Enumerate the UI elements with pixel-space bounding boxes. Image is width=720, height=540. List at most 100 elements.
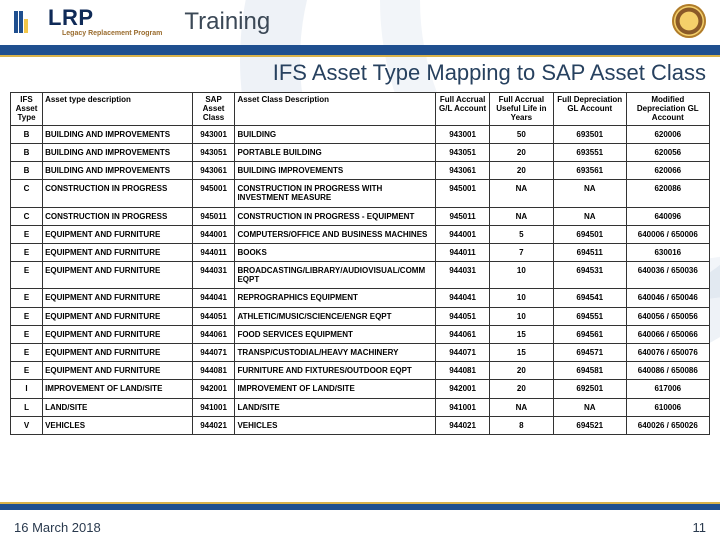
cell-full-accrual-gl: 944041 xyxy=(436,289,489,307)
section-title: Training xyxy=(184,10,270,34)
col-full-depr-gl: Full Depreciation GL Account xyxy=(553,93,626,126)
table-row: VVEHICLES944021VEHICLES94402186945216400… xyxy=(11,416,710,434)
mapping-table-wrap: IFS Asset Type Asset type description SA… xyxy=(10,92,710,435)
cell-sap-class: 943061 xyxy=(192,161,235,179)
header: LRP Legacy Replacement Program Training xyxy=(0,0,720,44)
cell-ifs-type: E xyxy=(11,325,43,343)
cell-class-desc: FOOD SERVICES EQUIPMENT xyxy=(235,325,436,343)
cell-useful-life: 15 xyxy=(489,325,553,343)
cell-full-depr-gl: 694501 xyxy=(553,225,626,243)
table-row: EEQUIPMENT AND FURNITURE944011BOOKS94401… xyxy=(11,243,710,261)
cell-full-accrual-gl: 943061 xyxy=(436,161,489,179)
cell-class-desc: PORTABLE BUILDING xyxy=(235,143,436,161)
table-row: BBUILDING AND IMPROVEMENTS943001BUILDING… xyxy=(11,125,710,143)
cell-sap-class: 944051 xyxy=(192,307,235,325)
cell-ifs-type: E xyxy=(11,225,43,243)
footer-page: 11 xyxy=(693,521,707,534)
lrp-logo: LRP Legacy Replacement Program xyxy=(14,7,162,37)
cell-mod-depr-gl: 640006 / 650006 xyxy=(626,225,709,243)
cell-full-depr-gl: 694511 xyxy=(553,243,626,261)
cell-ifs-type: B xyxy=(11,161,43,179)
cell-full-accrual-gl: 944061 xyxy=(436,325,489,343)
cell-full-depr-gl: 692501 xyxy=(553,380,626,398)
cell-sap-class: 942001 xyxy=(192,380,235,398)
cell-type-desc: EQUIPMENT AND FURNITURE xyxy=(43,344,193,362)
page-title: IFS Asset Type Mapping to SAP Asset Clas… xyxy=(0,62,706,84)
table-row: EEQUIPMENT AND FURNITURE944041REPROGRAPH… xyxy=(11,289,710,307)
cell-mod-depr-gl: 640076 / 650076 xyxy=(626,344,709,362)
table-row: IIMPROVEMENT OF LAND/SITE942001IMPROVEME… xyxy=(11,380,710,398)
cell-ifs-type: C xyxy=(11,180,43,207)
cell-full-accrual-gl: 944001 xyxy=(436,225,489,243)
cell-sap-class: 943001 xyxy=(192,125,235,143)
cell-type-desc: CONSTRUCTION IN PROGRESS xyxy=(43,207,193,225)
cell-class-desc: BROADCASTING/LIBRARY/AUDIOVISUAL/COMM EQ… xyxy=(235,262,436,289)
cell-ifs-type: I xyxy=(11,380,43,398)
table-row: BBUILDING AND IMPROVEMENTS943061BUILDING… xyxy=(11,161,710,179)
cell-full-accrual-gl: 945011 xyxy=(436,207,489,225)
cell-ifs-type: E xyxy=(11,362,43,380)
cell-full-accrual-gl: 944021 xyxy=(436,416,489,434)
cell-mod-depr-gl: 640026 / 650026 xyxy=(626,416,709,434)
cell-full-accrual-gl: 942001 xyxy=(436,380,489,398)
cell-mod-depr-gl: 640056 / 650056 xyxy=(626,307,709,325)
cell-useful-life: 7 xyxy=(489,243,553,261)
cell-full-depr-gl: 693551 xyxy=(553,143,626,161)
cell-useful-life: NA xyxy=(489,398,553,416)
cell-sap-class: 944021 xyxy=(192,416,235,434)
col-ifs-type: IFS Asset Type xyxy=(11,93,43,126)
cell-full-accrual-gl: 944051 xyxy=(436,307,489,325)
logo-mark-icon xyxy=(14,11,28,33)
cell-useful-life: 15 xyxy=(489,344,553,362)
table-row: EEQUIPMENT AND FURNITURE944071TRANSP/CUS… xyxy=(11,344,710,362)
cell-sap-class: 945001 xyxy=(192,180,235,207)
cell-full-depr-gl: 694521 xyxy=(553,416,626,434)
cell-type-desc: CONSTRUCTION IN PROGRESS xyxy=(43,180,193,207)
cell-full-depr-gl: 694551 xyxy=(553,307,626,325)
cell-type-desc: BUILDING AND IMPROVEMENTS xyxy=(43,143,193,161)
cell-sap-class: 944001 xyxy=(192,225,235,243)
cell-ifs-type: V xyxy=(11,416,43,434)
cell-type-desc: EQUIPMENT AND FURNITURE xyxy=(43,243,193,261)
cell-mod-depr-gl: 620086 xyxy=(626,180,709,207)
table-row: CCONSTRUCTION IN PROGRESS945001CONSTRUCT… xyxy=(11,180,710,207)
slide: LRP Legacy Replacement Program Training … xyxy=(0,0,720,540)
table-row: LLAND/SITE941001LAND/SITE941001NANA61000… xyxy=(11,398,710,416)
cell-class-desc: FURNITURE AND FIXTURES/OUTDOOR EQPT xyxy=(235,362,436,380)
cell-full-accrual-gl: 944011 xyxy=(436,243,489,261)
seal-icon xyxy=(672,4,706,38)
logo-subtext: Legacy Replacement Program xyxy=(62,30,162,37)
cell-sap-class: 944061 xyxy=(192,325,235,343)
cell-full-depr-gl: NA xyxy=(553,207,626,225)
cell-full-depr-gl: NA xyxy=(553,180,626,207)
cell-class-desc: LAND/SITE xyxy=(235,398,436,416)
cell-sap-class: 944011 xyxy=(192,243,235,261)
cell-full-accrual-gl: 944081 xyxy=(436,362,489,380)
table-row: BBUILDING AND IMPROVEMENTS943051PORTABLE… xyxy=(11,143,710,161)
cell-useful-life: 20 xyxy=(489,380,553,398)
cell-ifs-type: E xyxy=(11,344,43,362)
cell-full-depr-gl: NA xyxy=(553,398,626,416)
cell-sap-class: 944031 xyxy=(192,262,235,289)
cell-type-desc: BUILDING AND IMPROVEMENTS xyxy=(43,125,193,143)
cell-full-depr-gl: 694561 xyxy=(553,325,626,343)
cell-full-accrual-gl: 943001 xyxy=(436,125,489,143)
cell-class-desc: TRANSP/CUSTODIAL/HEAVY MACHINERY xyxy=(235,344,436,362)
cell-full-depr-gl: 694571 xyxy=(553,344,626,362)
cell-mod-depr-gl: 630016 xyxy=(626,243,709,261)
cell-mod-depr-gl: 620006 xyxy=(626,125,709,143)
cell-sap-class: 941001 xyxy=(192,398,235,416)
cell-full-depr-gl: 693501 xyxy=(553,125,626,143)
table-row: EEQUIPMENT AND FURNITURE944031BROADCASTI… xyxy=(11,262,710,289)
cell-useful-life: 10 xyxy=(489,262,553,289)
cell-type-desc: LAND/SITE xyxy=(43,398,193,416)
cell-class-desc: BOOKS xyxy=(235,243,436,261)
table-row: EEQUIPMENT AND FURNITURE944001COMPUTERS/… xyxy=(11,225,710,243)
cell-mod-depr-gl: 617006 xyxy=(626,380,709,398)
cell-class-desc: ATHLETIC/MUSIC/SCIENCE/ENGR EQPT xyxy=(235,307,436,325)
footer-rule xyxy=(0,504,720,510)
cell-mod-depr-gl: 640046 / 650046 xyxy=(626,289,709,307)
table-row: EEQUIPMENT AND FURNITURE944051ATHLETIC/M… xyxy=(11,307,710,325)
cell-mod-depr-gl: 620066 xyxy=(626,161,709,179)
cell-full-accrual-gl: 941001 xyxy=(436,398,489,416)
